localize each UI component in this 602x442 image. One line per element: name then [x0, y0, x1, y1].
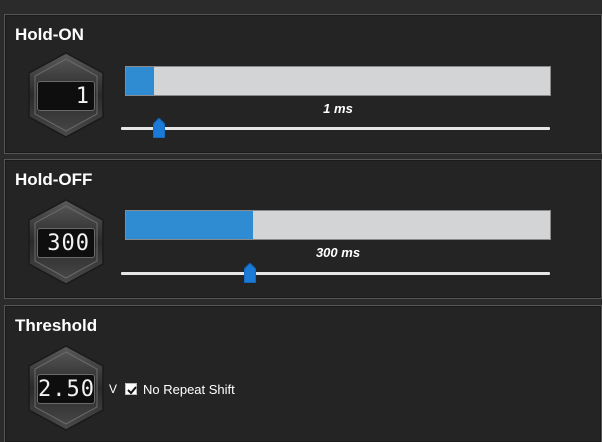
hold-off-progress-fill: [126, 211, 254, 239]
hold-on-hex-knob[interactable]: 1: [27, 51, 105, 139]
threshold-title: Threshold: [15, 316, 98, 335]
hold-on-progress-fill: [126, 67, 154, 95]
checkmark-icon: [127, 386, 137, 395]
threshold-panel: Threshold 2.50 V No Repeat Shift: [4, 305, 602, 442]
no-repeat-shift-checkbox[interactable]: [125, 383, 137, 395]
no-repeat-shift-label: No Repeat Shift: [143, 382, 235, 397]
hold-off-display: 300: [37, 228, 95, 258]
threshold-hex-knob[interactable]: 2.50: [27, 344, 105, 432]
hold-on-title: Hold-ON: [15, 25, 84, 44]
threshold-display: 2.50: [37, 374, 95, 404]
hold-on-slider-thumb[interactable]: [152, 117, 166, 139]
hold-on-slider[interactable]: [121, 117, 550, 139]
hold-off-title: Hold-OFF: [15, 170, 93, 189]
hold-off-progress-bar: [125, 210, 551, 240]
hold-off-panel: Hold-OFF 300 300 ms: [4, 159, 602, 299]
slider-thumb-icon: [152, 117, 166, 139]
slider-thumb-icon: [243, 262, 257, 284]
hold-off-value-label: 300 ms: [315, 245, 361, 260]
hold-on-value-label: 1 ms: [323, 101, 353, 116]
hold-off-slider-thumb[interactable]: [243, 262, 257, 284]
hold-on-progress-bar: [125, 66, 551, 96]
hold-off-hex-knob[interactable]: 300: [27, 198, 105, 286]
threshold-unit-label: V: [109, 382, 118, 396]
hold-off-slider[interactable]: [121, 262, 550, 284]
hold-on-display: 1: [37, 81, 95, 111]
hold-on-panel: Hold-ON 1 1 ms: [4, 14, 602, 154]
